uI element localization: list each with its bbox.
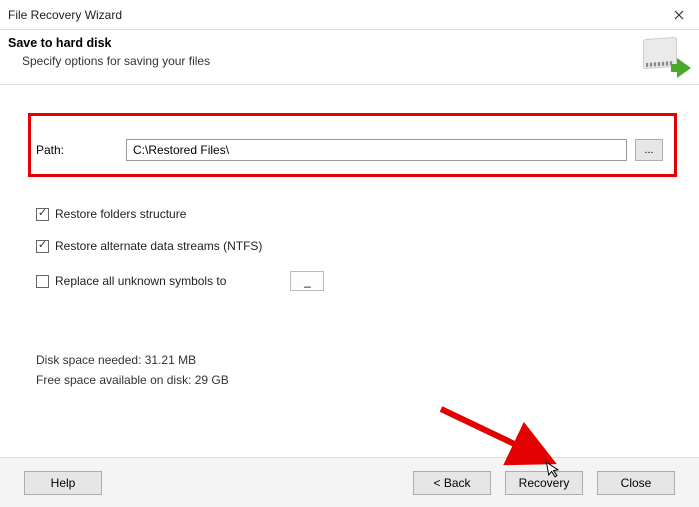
- window-title: File Recovery Wizard: [8, 8, 659, 22]
- help-button[interactable]: Help: [24, 471, 102, 495]
- close-button[interactable]: Close: [597, 471, 675, 495]
- disk-space-free: Free space available on disk: 29 GB: [36, 373, 663, 387]
- path-label: Path:: [36, 143, 126, 157]
- titlebar: File Recovery Wizard: [0, 0, 699, 30]
- close-icon[interactable]: [659, 0, 699, 30]
- replace-symbol-input[interactable]: [290, 271, 324, 291]
- wizard-header: Save to hard disk Specify options for sa…: [0, 30, 699, 85]
- recovery-button[interactable]: Recovery: [505, 471, 583, 495]
- restore-folders-label: Restore folders structure: [55, 207, 186, 221]
- browse-button[interactable]: ...: [635, 139, 663, 161]
- path-row: Path: ...: [36, 139, 663, 161]
- disk-recovery-icon: [643, 36, 687, 76]
- restore-ads-row: Restore alternate data streams (NTFS): [36, 239, 663, 253]
- header-title: Save to hard disk: [8, 36, 643, 50]
- restore-ads-label: Restore alternate data streams (NTFS): [55, 239, 262, 253]
- restore-folders-row: Restore folders structure: [36, 207, 663, 221]
- replace-symbols-row: Replace all unknown symbols to: [36, 271, 663, 291]
- content-area: Path: ... Restore folders structure Rest…: [0, 85, 699, 403]
- path-input[interactable]: [126, 139, 627, 161]
- restore-folders-checkbox[interactable]: [36, 208, 49, 221]
- back-button[interactable]: < Back: [413, 471, 491, 495]
- footer: Help < Back Recovery Close: [0, 457, 699, 507]
- header-subtitle: Specify options for saving your files: [22, 54, 643, 68]
- restore-ads-checkbox[interactable]: [36, 240, 49, 253]
- replace-symbols-label: Replace all unknown symbols to: [55, 274, 226, 288]
- disk-info: Disk space needed: 31.21 MB Free space a…: [36, 353, 663, 387]
- replace-symbols-checkbox[interactable]: [36, 275, 49, 288]
- disk-space-needed: Disk space needed: 31.21 MB: [36, 353, 663, 367]
